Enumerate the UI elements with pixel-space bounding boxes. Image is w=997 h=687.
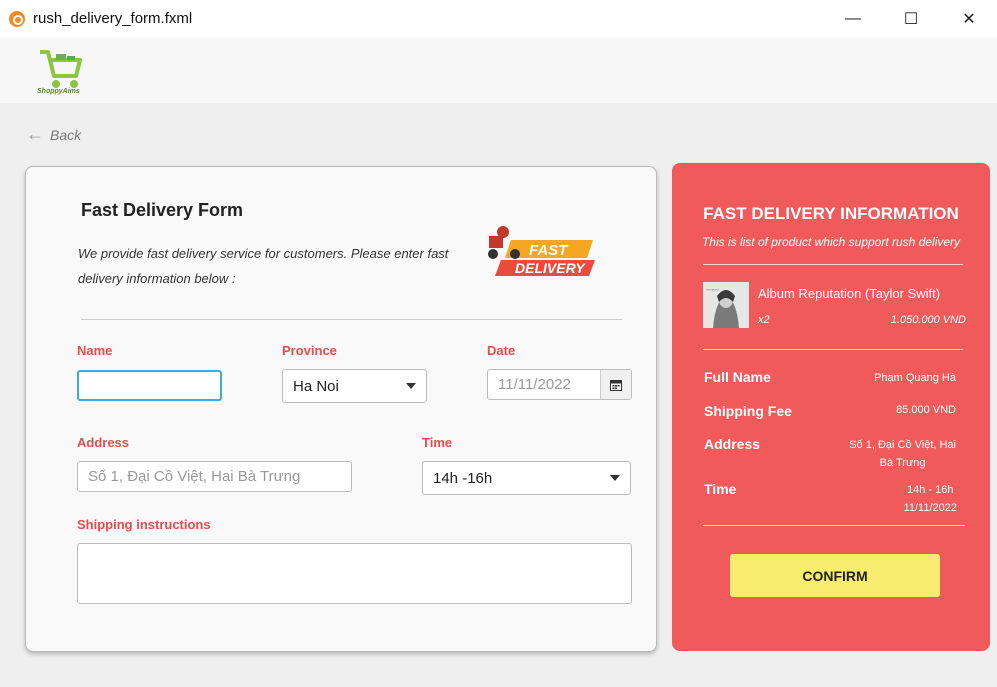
date-picker[interactable]: 11/11/2022 [487,369,632,400]
info-divider [703,264,963,265]
shipping-fee-label: Shipping Fee [704,403,792,419]
arrow-left-icon: ← [26,124,44,144]
close-button[interactable]: ✕ [946,0,992,38]
fast-delivery-badge-icon: FAST DELIVERY [488,226,595,276]
window-title: rush_delivery_form.fxml [33,10,193,27]
time-label: Time [422,435,453,450]
name-label: Name [77,343,113,358]
province-label: Province [282,343,337,358]
calendar-icon[interactable] [600,370,631,399]
album-cover-image: ~~~~ [703,282,749,328]
address-info-value: Số 1, Đại Cồ Việt, Hai Bà Trưng [849,436,956,472]
brand-name: ShoppyAims [37,88,80,95]
address-label: Address [77,435,130,450]
time-value: 14h -16h [433,469,493,487]
product-quantity: x2 [758,314,770,326]
confirm-button[interactable]: CONFIRM [730,554,940,597]
info-divider [703,525,965,526]
address-line-1: Số 1, Đại Cồ Việt, Hai [849,439,956,451]
address-input[interactable]: Số 1, Đại Cồ Việt, Hai Bà Trưng [77,461,352,492]
product-price: 1.050.000 VND [890,314,966,326]
chevron-down-icon [610,475,620,481]
time-line-2: 11/11/2022 [903,502,957,514]
badge-delivery-text: DELIVERY [515,260,586,276]
time-info-value: 14h - 16h 11/11/2022 [904,481,957,517]
minimize-button[interactable]: — [830,0,876,38]
info-subtitle: This is list of product which support ru… [701,235,961,249]
svg-text:~~~~: ~~~~ [706,288,720,294]
full-name-value: Phạm Quang Hà [874,372,956,384]
name-input[interactable] [77,370,222,401]
shipping-fee-value: 85.000 VND [896,404,956,416]
form-title: Fast Delivery Form [81,200,244,220]
back-label: Back [50,126,82,143]
form-divider [81,319,622,320]
chevron-down-icon [406,383,416,389]
delivery-info-card: FAST DELIVERY INFORMATION This is list o… [672,163,990,651]
app-icon [9,11,25,27]
product-name: Album Reputation (Taylor Swift) [758,286,941,301]
date-label: Date [487,343,516,358]
app-header: ShoppyAims [0,38,997,103]
maximize-button[interactable]: ☐ [888,0,934,38]
address-info-label: Address [704,436,761,452]
province-value: Ha Noi [293,377,339,395]
date-placeholder: 11/11/2022 [498,376,571,393]
time-info-label: Time [704,481,737,497]
window-titlebar: rush_delivery_form.fxml — ☐ ✕ [0,0,997,38]
instructions-label: Shipping instructions [77,517,211,532]
info-title: FAST DELIVERY INFORMATION [703,204,959,223]
full-name-label: Full Name [704,369,771,385]
badge-fast-text: FAST [529,242,569,259]
address-line-2: Bà Trưng [879,457,926,469]
time-select[interactable]: 14h -16h [422,461,631,495]
address-placeholder: Số 1, Đại Cồ Việt, Hai Bà Trưng [88,468,301,485]
instructions-textarea[interactable] [77,543,632,604]
province-select[interactable]: Ha Noi [282,369,427,403]
back-link[interactable]: ← Back [26,124,81,145]
time-line-1: 14h - 16h [907,484,954,496]
info-divider [703,349,963,350]
form-description: We provide fast delivery service for cus… [78,246,449,286]
delivery-form-card: Fast Delivery Form We provide fast deliv… [25,166,657,652]
